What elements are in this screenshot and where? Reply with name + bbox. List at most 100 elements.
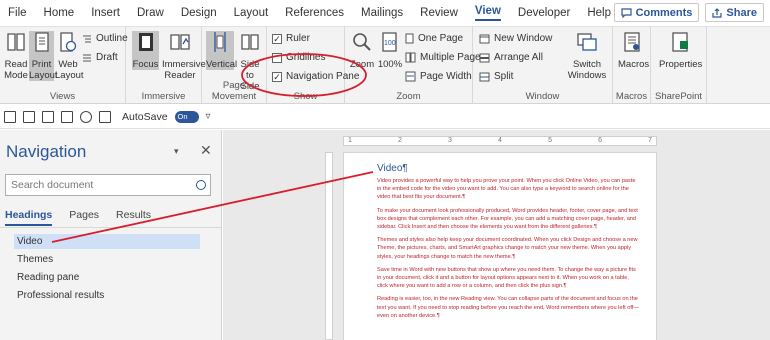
split-label: Split (494, 71, 514, 82)
switch-windows-icon (577, 33, 597, 51)
new-window-icon (479, 34, 490, 43)
menu-review[interactable]: Review (420, 7, 458, 19)
pane-options-icon[interactable]: ▾ (174, 146, 179, 157)
zoom-100-label: 100% (377, 59, 403, 70)
document-paragraph: Save time in Word with new buttons that … (377, 266, 636, 290)
menu-draw[interactable]: Draw (137, 7, 164, 19)
menu-file[interactable]: File (8, 7, 27, 19)
switch-windows-label: Switch Windows (567, 59, 607, 81)
document-heading: Video¶ (377, 163, 408, 174)
save-icon[interactable] (23, 110, 35, 123)
menu-help[interactable]: Help (587, 7, 611, 19)
customize-toolbar-icon[interactable]: ▿ (206, 111, 211, 122)
zoom-button[interactable]: Zoom (349, 31, 375, 70)
heading-item-video[interactable]: Video (14, 234, 200, 249)
share-button[interactable]: Share (705, 3, 764, 22)
new-window-label: New Window (494, 33, 553, 44)
search-input[interactable]: Search document (5, 174, 211, 196)
one-page-button[interactable]: One Page (405, 33, 463, 44)
vertical-pages-icon (214, 32, 226, 52)
document-paragraph: Video provides a powerful way to help yo… (377, 178, 636, 201)
menu-design[interactable]: Design (181, 7, 217, 19)
close-icon[interactable]: ✕ (200, 142, 212, 159)
horizontal-ruler[interactable]: 1 2 3 4 5 6 7 (343, 136, 657, 146)
globe-page-icon (60, 32, 77, 52)
show-group-label: Show (293, 91, 318, 102)
new-document-icon[interactable] (42, 110, 54, 123)
web-layout-label: Web Layout (55, 59, 84, 81)
ruler-tick: 2 (398, 137, 402, 144)
immersive-group-label: Immersive (141, 91, 186, 102)
vertical-button[interactable]: Vertical (206, 31, 237, 70)
tab-results[interactable]: Results (116, 209, 151, 226)
gridlines-check-icon (272, 52, 282, 63)
menu-view[interactable]: View (474, 5, 501, 21)
arrange-all-icon (479, 53, 490, 62)
window-group-label: Window (525, 91, 560, 102)
heading-item-professional-results[interactable]: Professional results (14, 288, 200, 303)
comment-icon (620, 7, 632, 18)
tab-headings[interactable]: Headings (5, 209, 53, 226)
open-folder-icon[interactable] (4, 110, 16, 123)
macros-button[interactable]: Macros (618, 31, 650, 70)
focus-label: Focus (132, 59, 159, 70)
split-button[interactable]: Split (479, 71, 513, 82)
comments-button[interactable]: Comments (613, 3, 700, 22)
ruler-tick: 7 (648, 137, 652, 144)
sharepoint-group-label: SharePoint (654, 91, 702, 102)
properties-icon (672, 32, 688, 52)
immersive-reader-button[interactable]: Immersive Reader (162, 31, 206, 81)
tab-pages[interactable]: Pages (69, 209, 99, 226)
menu-home[interactable]: Home (44, 7, 75, 19)
immersive-group: Focus Immersive Reader Immersive (126, 27, 206, 104)
menu-insert[interactable]: Insert (91, 7, 120, 19)
properties-button[interactable]: Properties (659, 31, 703, 70)
ruler-label: Ruler (286, 33, 310, 44)
focus-button[interactable]: Focus (132, 31, 159, 70)
zoom-group-label: Zoom (396, 91, 421, 102)
ruler-tick: 5 (548, 137, 552, 144)
redo-icon[interactable] (99, 110, 111, 123)
print-preview-icon[interactable] (61, 110, 73, 123)
zoom-label: Zoom (349, 59, 375, 70)
heading-item-reading-pane[interactable]: Reading pane (14, 270, 200, 285)
gridlines-checkbox[interactable]: Gridlines (272, 52, 325, 63)
properties-label: Properties (659, 59, 703, 70)
ruler-checkbox[interactable]: ✓ Ruler (272, 33, 310, 44)
autosave-toggle[interactable]: On (174, 110, 199, 123)
heading-item-themes[interactable]: Themes (14, 252, 200, 267)
document-area: 1 2 3 4 5 6 7 Video¶ Video provides a po… (223, 130, 770, 340)
navigation-title: Navigation (6, 142, 87, 161)
menu-layout[interactable]: Layout (234, 7, 269, 19)
zoom-100-button[interactable]: 100 100% (377, 31, 403, 70)
navigation-pane: Navigation ▾ ✕ Search document Headings … (0, 130, 222, 340)
show-group: ✓ Ruler Gridlines ✓ Navigation Pane Show (267, 27, 359, 104)
macros-label: Macros (618, 59, 650, 70)
gridlines-label: Gridlines (286, 52, 326, 63)
views-group: Read Mode Print Layout Web Layout Outlin… (0, 27, 128, 104)
search-icon[interactable] (196, 180, 206, 190)
switch-windows-button[interactable]: Switch Windows (567, 31, 607, 81)
outline-label: Outline (96, 33, 128, 44)
draft-button[interactable]: Draft (82, 52, 118, 63)
page-width-label: Page Width (420, 71, 472, 82)
page-width-button[interactable]: Page Width (405, 71, 472, 82)
quick-access-toolbar: AutoSave On ▿ (0, 105, 770, 129)
document-page[interactable]: Video¶ Video provides a powerful way to … (343, 152, 657, 340)
page-width-icon (405, 71, 416, 82)
read-mode-button[interactable]: Read Mode (3, 31, 29, 81)
page-movement-group: Vertical Side to Side Page Movement (202, 27, 267, 104)
menu-mailings[interactable]: Mailings (361, 7, 403, 19)
undo-icon[interactable] (80, 110, 92, 123)
outline-button[interactable]: Outline (82, 33, 128, 44)
vertical-ruler[interactable] (325, 152, 333, 340)
tab-divider (0, 227, 222, 228)
focus-icon (138, 33, 153, 51)
svg-text:100: 100 (384, 40, 396, 47)
menu-developer[interactable]: Developer (518, 7, 570, 19)
web-layout-button[interactable]: Web Layout (55, 31, 84, 81)
arrange-all-button[interactable]: Arrange All (479, 52, 543, 63)
new-window-button[interactable]: New Window (479, 33, 552, 44)
menu-references[interactable]: References (285, 7, 344, 19)
print-layout-button[interactable]: Print Layout (29, 31, 58, 81)
